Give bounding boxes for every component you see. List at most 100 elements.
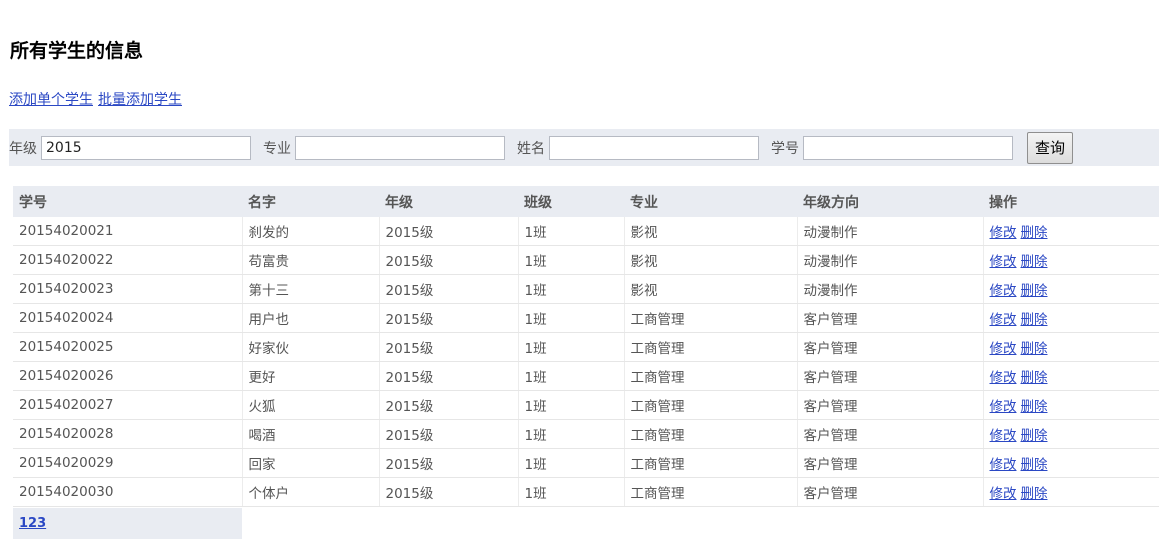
table-row: 20154020023 第十三 2015级 1班 影视 动漫制作 修改 删除 (13, 274, 1159, 304)
table-header-row: 学号 名字 年级 班级 专业 年级方向 操作 (13, 186, 1159, 217)
student-id-label: 学号 (771, 140, 799, 157)
add-single-student-link[interactable]: 添加单个学生 (9, 92, 93, 108)
cell-direction: 客户管理 (797, 332, 984, 362)
cell-student-id: 20154020025 (13, 332, 243, 362)
header-grade: 年级 (379, 186, 518, 217)
cell-class: 1班 (518, 390, 625, 420)
cell-actions: 修改 删除 (983, 361, 1159, 391)
cell-name: 喝酒 (242, 419, 380, 449)
name-input[interactable] (549, 135, 759, 160)
cell-student-id: 20154020022 (13, 245, 243, 275)
cell-class: 1班 (518, 274, 625, 304)
grade-input[interactable] (41, 135, 251, 160)
cell-class: 1班 (518, 245, 625, 275)
cell-name: 更好 (242, 361, 380, 391)
edit-link[interactable]: 修改 (990, 283, 1017, 299)
edit-link[interactable]: 修改 (990, 457, 1017, 473)
cell-direction: 客户管理 (797, 361, 984, 391)
cell-name: 回家 (242, 448, 380, 478)
delete-link[interactable]: 删除 (1021, 370, 1048, 386)
delete-link[interactable]: 删除 (1021, 486, 1048, 502)
table-row: 20154020027 火狐 2015级 1班 工商管理 客户管理 修改 删除 (13, 390, 1159, 420)
edit-link[interactable]: 修改 (990, 341, 1017, 357)
cell-grade: 2015级 (379, 477, 519, 507)
cell-actions: 修改 删除 (983, 245, 1159, 275)
name-label: 姓名 (517, 140, 545, 157)
major-label: 专业 (263, 140, 291, 157)
cell-student-id: 20154020029 (13, 448, 243, 478)
cell-grade: 2015级 (379, 274, 519, 304)
delete-link[interactable]: 删除 (1021, 399, 1048, 415)
cell-student-id: 20154020024 (13, 303, 243, 333)
table-row: 20154020029 回家 2015级 1班 工商管理 客户管理 修改 删除 (13, 448, 1159, 478)
delete-link[interactable]: 删除 (1021, 312, 1048, 328)
search-button[interactable]: 查询 (1027, 131, 1073, 164)
header-class: 班级 (518, 186, 624, 217)
cell-student-id: 20154020021 (13, 217, 243, 246)
page-title: 所有学生的信息 (10, 40, 144, 62)
edit-link[interactable]: 修改 (990, 225, 1017, 241)
cell-actions: 修改 删除 (983, 390, 1159, 420)
edit-link[interactable]: 修改 (990, 428, 1017, 444)
cell-direction: 动漫制作 (797, 217, 984, 246)
edit-link[interactable]: 修改 (990, 312, 1017, 328)
cell-name: 刹发的 (242, 217, 380, 246)
cell-grade: 2015级 (379, 419, 519, 449)
cell-actions: 修改 删除 (983, 274, 1159, 304)
cell-class: 1班 (518, 361, 625, 391)
cell-name: 火狐 (242, 390, 380, 420)
cell-class: 1班 (518, 419, 625, 449)
delete-link[interactable]: 删除 (1021, 254, 1048, 270)
cell-student-id: 20154020028 (13, 419, 243, 449)
add-batch-students-link[interactable]: 批量添加学生 (98, 92, 182, 108)
header-direction: 年级方向 (797, 186, 983, 217)
student-id-input[interactable] (803, 135, 1013, 160)
cell-direction: 动漫制作 (797, 245, 984, 275)
cell-actions: 修改 删除 (983, 448, 1159, 478)
cell-class: 1班 (518, 332, 625, 362)
cell-major: 工商管理 (624, 332, 798, 362)
cell-grade: 2015级 (379, 245, 519, 275)
cell-name: 苟富贵 (242, 245, 380, 275)
cell-major: 工商管理 (624, 303, 798, 333)
pagination: 123 (13, 508, 242, 539)
cell-actions: 修改 删除 (983, 419, 1159, 449)
edit-link[interactable]: 修改 (990, 370, 1017, 386)
cell-student-id: 20154020030 (13, 477, 243, 507)
delete-link[interactable]: 删除 (1021, 283, 1048, 299)
cell-name: 个体户 (242, 477, 380, 507)
cell-direction: 客户管理 (797, 303, 984, 333)
edit-link[interactable]: 修改 (990, 486, 1017, 502)
search-bar: 年级 专业 姓名 学号 查询 (9, 129, 1159, 166)
edit-link[interactable]: 修改 (990, 254, 1017, 270)
cell-student-id: 20154020027 (13, 390, 243, 420)
cell-name: 用户也 (242, 303, 380, 333)
table-row: 20154020030 个体户 2015级 1班 工商管理 客户管理 修改 删除 (13, 477, 1159, 507)
pagination-links[interactable]: 123 (19, 516, 46, 531)
delete-link[interactable]: 删除 (1021, 225, 1048, 241)
cell-direction: 客户管理 (797, 390, 984, 420)
table-row: 20154020022 苟富贵 2015级 1班 影视 动漫制作 修改 删除 (13, 245, 1159, 275)
cell-major: 工商管理 (624, 448, 798, 478)
delete-link[interactable]: 删除 (1021, 457, 1048, 473)
cell-major: 影视 (624, 274, 798, 304)
table-row: 20154020026 更好 2015级 1班 工商管理 客户管理 修改 删除 (13, 361, 1159, 391)
cell-class: 1班 (518, 477, 625, 507)
delete-link[interactable]: 删除 (1021, 341, 1048, 357)
cell-actions: 修改 删除 (983, 332, 1159, 362)
cell-grade: 2015级 (379, 217, 519, 246)
header-name: 名字 (242, 186, 379, 217)
delete-link[interactable]: 删除 (1021, 428, 1048, 444)
header-student-id: 学号 (13, 186, 242, 217)
table-row: 20154020024 用户也 2015级 1班 工商管理 客户管理 修改 删除 (13, 303, 1159, 333)
cell-grade: 2015级 (379, 448, 519, 478)
edit-link[interactable]: 修改 (990, 399, 1017, 415)
cell-major: 工商管理 (624, 419, 798, 449)
cell-direction: 客户管理 (797, 419, 984, 449)
cell-grade: 2015级 (379, 390, 519, 420)
cell-student-id: 20154020023 (13, 274, 243, 304)
table-row: 20154020028 喝酒 2015级 1班 工商管理 客户管理 修改 删除 (13, 419, 1159, 449)
cell-major: 工商管理 (624, 361, 798, 391)
major-input[interactable] (295, 135, 505, 160)
table-row: 20154020025 好家伙 2015级 1班 工商管理 客户管理 修改 删除 (13, 332, 1159, 362)
